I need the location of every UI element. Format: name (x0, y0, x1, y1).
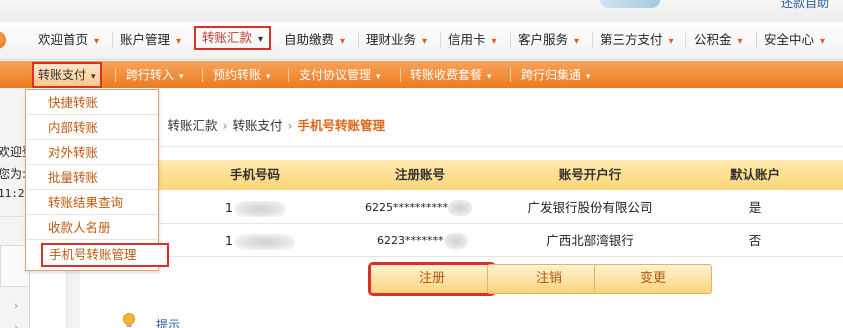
change-button[interactable]: 变更 (594, 264, 712, 294)
cell-phone: 1 (225, 192, 305, 224)
chevron-down-icon: ▾ (491, 36, 497, 47)
menu-item-quick-transfer[interactable]: 快捷转账 (26, 90, 158, 115)
chevron-down-icon: ▾ (422, 36, 428, 47)
nav-item-fund[interactable]: 公积金 ▾ (694, 30, 743, 50)
cell-bank: 广西北部湾银行 (546, 233, 634, 248)
table-row[interactable]: 1 6223******* 广西北部湾银行 否 (90, 225, 843, 257)
subnav-item-fee-package[interactable]: 转账收费套餐 ▾ (410, 65, 492, 85)
subnav-separator (115, 68, 116, 82)
chevron-down-icon: ▾ (91, 72, 96, 82)
logo-ball-icon (0, 31, 6, 49)
chevron-down-icon: ▾ (574, 36, 580, 47)
subnav-item-interbank-in[interactable]: 跨行转入 ▾ (126, 65, 184, 85)
chevron-down-icon: ▾ (586, 72, 591, 82)
user-fragment: 您为: (0, 167, 27, 181)
table-row[interactable]: 1 6225********** 广发银行股份有限公司 是 (90, 192, 843, 224)
subnav-item-agreement[interactable]: 支付协议管理 ▾ (299, 65, 381, 85)
redaction-blur (234, 200, 285, 217)
subnav-separator (510, 68, 511, 82)
subnav-separator (400, 68, 401, 82)
nav-item-wealth[interactable]: 理财业务 ▾ (366, 30, 427, 50)
chevron-down-icon: ▾ (176, 36, 182, 47)
cell-account: 6225********** (365, 192, 495, 224)
cell-account: 6223******* (377, 225, 497, 257)
subnav-item-transfer-pay[interactable]: 转账支付 ▾ (32, 62, 102, 88)
banner-decoration (600, 0, 660, 8)
nav-separator (510, 32, 511, 48)
nav-separator (112, 32, 113, 48)
chevron-down-icon: ▾ (487, 72, 492, 82)
nav-separator (592, 32, 593, 48)
subnav-separator (288, 68, 289, 82)
chevron-down-icon: ▾ (94, 36, 100, 47)
nav-item-transfer[interactable]: 转账汇款 ▾ (194, 26, 272, 50)
breadcrumb-current: 手机号转账管理 (297, 118, 386, 133)
cell-default: 否 (748, 233, 762, 248)
redaction-blur (448, 200, 472, 216)
tip-label: 提示 (156, 318, 181, 328)
chevron-down-icon: ▾ (258, 34, 264, 45)
transfer-pay-dropdown: 快捷转账 内部转账 对外转账 批量转账 转账结果查询 收款人名册 手机号转账管理 (25, 89, 169, 271)
cancel-registration-button[interactable]: 注销 (487, 264, 611, 294)
register-button[interactable]: 注册 (368, 262, 496, 296)
redaction-blur (443, 233, 468, 249)
header-account: 注册账号 (394, 167, 445, 182)
menu-item-external-transfer[interactable]: 对外转账 (26, 140, 158, 165)
subnav-separator (202, 68, 203, 82)
breadcrumb-transfer-pay[interactable]: 转账支付 (233, 118, 283, 133)
redaction-blur (234, 233, 295, 250)
chevron-down-icon: ▾ (266, 72, 271, 82)
nav-item-payment[interactable]: 自助缴费 ▾ (284, 30, 345, 50)
breadcrumb-transfer[interactable]: ：转账汇款 (155, 118, 218, 133)
chevron-down-icon: ▾ (179, 72, 184, 82)
chevron-right-icon[interactable]: › (14, 321, 18, 328)
divider (90, 146, 843, 147)
menu-item-payee-list[interactable]: 收款人名册 (26, 215, 158, 240)
menu-item-internal-transfer[interactable]: 内部转账 (26, 115, 158, 140)
table-header: 手机号码 注册账号 账号开户行 默认账户 (90, 160, 843, 190)
top-strip: 还款自助 (0, 0, 843, 22)
nav-separator (756, 32, 757, 48)
header-phone: 手机号码 (229, 167, 280, 182)
cell-default: 是 (748, 200, 762, 215)
chevron-down-icon: ▾ (340, 36, 346, 47)
header-bank: 账号开户行 (558, 167, 622, 182)
sub-navigation: 转账支付 ▾ 跨行转入 ▾ 预约转账 ▾ 支付协议管理 ▾ 转账收费套餐 ▾ 跨行归集通 ▾ (0, 61, 843, 88)
cell-bank: 广发银行股份有限公司 (527, 200, 653, 215)
main-navigation: 欢迎首页 ▾ 账户管理 ▾ 转账汇款 ▾ 自助缴费 ▾ 理财业务 ▾ 信用卡 ▾ 客户服务 ▾… (0, 22, 843, 60)
nav-separator (685, 32, 686, 48)
nav-item-creditcard[interactable]: 信用卡 ▾ (448, 30, 497, 50)
nav-item-thirdparty[interactable]: 第三方支付 ▾ (600, 30, 674, 50)
chevron-right-icon[interactable]: › (14, 299, 18, 312)
chevron-right-icon: › (222, 118, 228, 133)
nav-item-security[interactable]: 安全中心 ▾ (764, 30, 825, 50)
chevron-right-icon: › (287, 118, 293, 133)
subnav-item-scheduled[interactable]: 预约转账 ▾ (213, 65, 271, 85)
top-link[interactable]: 还款自助 (781, 0, 829, 11)
subnav-item-collection[interactable]: 跨行归集通 ▾ (521, 65, 591, 85)
nav-separator (358, 32, 359, 48)
chevron-down-icon: ▾ (737, 36, 743, 47)
nav-separator (440, 32, 441, 48)
chevron-down-icon: ▾ (668, 36, 674, 47)
menu-item-transfer-result[interactable]: 转账结果查询 (26, 190, 158, 215)
cell-phone: 1 (225, 225, 305, 257)
nav-item-account[interactable]: 账户管理 ▾ (120, 30, 181, 50)
menu-item-batch-transfer[interactable]: 批量转账 (26, 165, 158, 190)
chevron-down-icon: ▾ (376, 72, 381, 82)
nav-item-service[interactable]: 客户服务 ▾ (518, 30, 579, 50)
breadcrumb: ：转账汇款 › 转账支付 › 手机号转账管理 (155, 116, 385, 136)
menu-item-phone-transfer-manage[interactable]: 手机号转账管理 (41, 243, 169, 267)
lightbulb-icon (123, 313, 135, 327)
chevron-down-icon: ▾ (820, 36, 826, 47)
header-default: 默认账户 (729, 167, 780, 182)
nav-item-home[interactable]: 欢迎首页 ▾ (38, 30, 99, 50)
